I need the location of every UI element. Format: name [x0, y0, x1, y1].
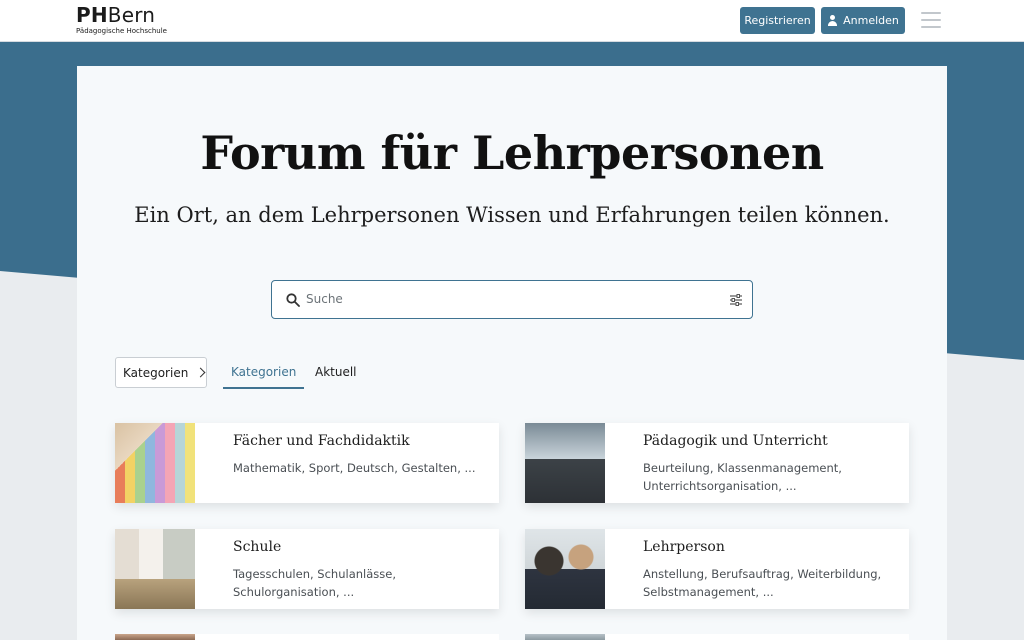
- page-subtitle: Ein Ort, an dem Lehrpersonen Wissen und …: [134, 203, 890, 227]
- categories-dropdown[interactable]: Kategorien: [115, 357, 207, 388]
- logo-bern: Bern: [107, 3, 156, 27]
- category-title: Lehrperson: [643, 539, 725, 555]
- hamburger-menu-icon[interactable]: [921, 12, 941, 28]
- classroom-laptop-image: [525, 423, 605, 503]
- category-tile-partial[interactable]: [115, 634, 499, 640]
- tab-categories[interactable]: Kategorien: [223, 365, 305, 389]
- category-title: Fächer und Fachdidaktik: [233, 433, 410, 449]
- login-label: Anmelden: [843, 14, 899, 27]
- categories-dropdown-label: Kategorien: [123, 365, 189, 380]
- category-image: [525, 634, 605, 640]
- chevron-right-icon: [195, 367, 206, 378]
- school-hallway-image: [115, 529, 195, 609]
- category-title: Schule: [233, 539, 282, 555]
- user-icon: [827, 15, 838, 26]
- category-description: Beurteilung, Klassenmanagement, Unterric…: [643, 461, 842, 493]
- category-title: Pädagogik und Unterricht: [643, 433, 828, 449]
- logo-ph: PH: [76, 3, 108, 27]
- category-tile-teacher[interactable]: Lehrperson Anstellung, Berufsauftrag, We…: [525, 529, 909, 609]
- logo-subtitle: Pädagogische Hochschule: [76, 27, 167, 35]
- category-description: Tagesschulen, Schulanlässe, Schulorganis…: [233, 567, 396, 599]
- tab-recent[interactable]: Aktuell: [315, 365, 357, 379]
- category-description: Anstellung, Berufsauftrag, Weiterbildung…: [643, 567, 882, 599]
- filter-settings-icon[interactable]: [729, 293, 743, 307]
- login-button[interactable]: Anmelden: [821, 7, 905, 34]
- category-tile-partial[interactable]: [525, 634, 909, 640]
- register-label: Registrieren: [744, 14, 811, 27]
- colored-pencils-image: [115, 423, 195, 503]
- search-input[interactable]: [306, 281, 716, 317]
- register-button[interactable]: Registrieren: [740, 7, 815, 34]
- category-tile-pedagogy[interactable]: Pädagogik und Unterricht Beurteilung, Kl…: [525, 423, 909, 503]
- phbern-logo[interactable]: PHBern Pädagogische Hochschule: [76, 4, 167, 35]
- logo-wordmark: PHBern: [76, 4, 167, 26]
- category-image: [115, 634, 195, 640]
- search-box: [271, 280, 753, 319]
- teacher-students-image: [525, 529, 605, 609]
- page-title: Forum für Lehrpersonen: [200, 126, 824, 180]
- category-description: Mathematik, Sport, Deutsch, Gestalten, .…: [233, 461, 476, 475]
- category-tile-subjects[interactable]: Fächer und Fachdidaktik Mathematik, Spor…: [115, 423, 499, 503]
- top-bar: PHBern Pädagogische Hochschule Registrie…: [0, 0, 1024, 42]
- category-tile-school[interactable]: Schule Tagesschulen, Schulanlässe, Schul…: [115, 529, 499, 609]
- search-icon: [286, 293, 300, 307]
